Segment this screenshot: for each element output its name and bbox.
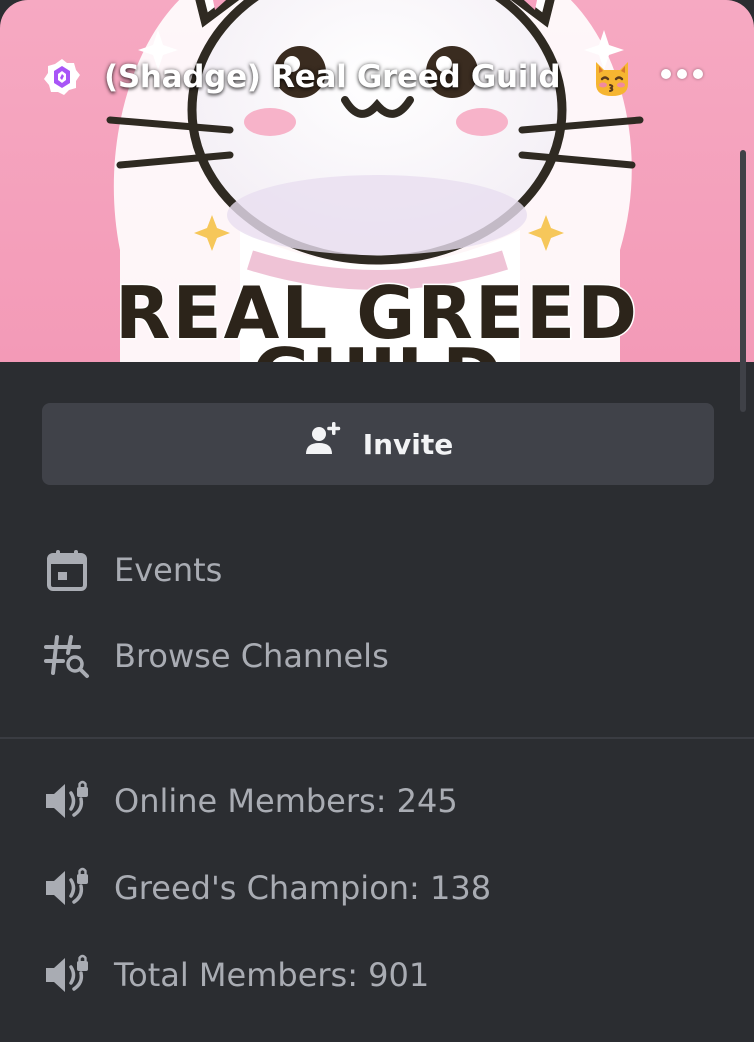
voice-channel-item[interactable]: Total Members: 901 [0, 940, 754, 1010]
server-header: (Shadge) Real Greed Guild [0, 0, 754, 150]
server-banner: REAL GREED GUILD (Shadge) Real Greed Gui… [0, 0, 754, 362]
invite-button[interactable]: Invite [42, 403, 714, 485]
locked-voice-channel-icon [42, 863, 92, 913]
locked-voice-channel-icon [42, 776, 92, 826]
divider [0, 737, 754, 739]
events-item[interactable]: Events [0, 535, 754, 605]
banner-subtitle-partial: GUILD [252, 333, 502, 362]
events-label: Events [114, 551, 223, 589]
more-options-button[interactable] [654, 56, 710, 92]
server-name[interactable]: (Shadge) Real Greed Guild [104, 54, 561, 100]
browse-channels-label: Browse Channels [114, 637, 389, 675]
add-user-icon [303, 420, 343, 460]
browse-channels-icon [42, 631, 92, 681]
server-sheet: REAL GREED GUILD (Shadge) Real Greed Gui… [0, 0, 754, 1042]
server-boost-badge-icon [42, 57, 82, 97]
locked-voice-channel-icon [42, 950, 92, 1000]
voice-channel-label: Greed's Champion: 138 [114, 869, 492, 907]
browse-channels-item[interactable]: Browse Channels [0, 621, 754, 691]
voice-channel-label: Online Members: 245 [114, 782, 458, 820]
voice-channel-label: Total Members: 901 [114, 956, 430, 994]
voice-channel-item[interactable]: Greed's Champion: 138 [0, 853, 754, 923]
invite-label: Invite [362, 427, 454, 461]
calendar-icon [42, 545, 92, 595]
more-horizontal-icon [661, 69, 671, 79]
kissing-cat-icon [590, 56, 634, 100]
scrollbar[interactable] [740, 150, 746, 412]
voice-channel-item[interactable]: Online Members: 245 [0, 766, 754, 836]
